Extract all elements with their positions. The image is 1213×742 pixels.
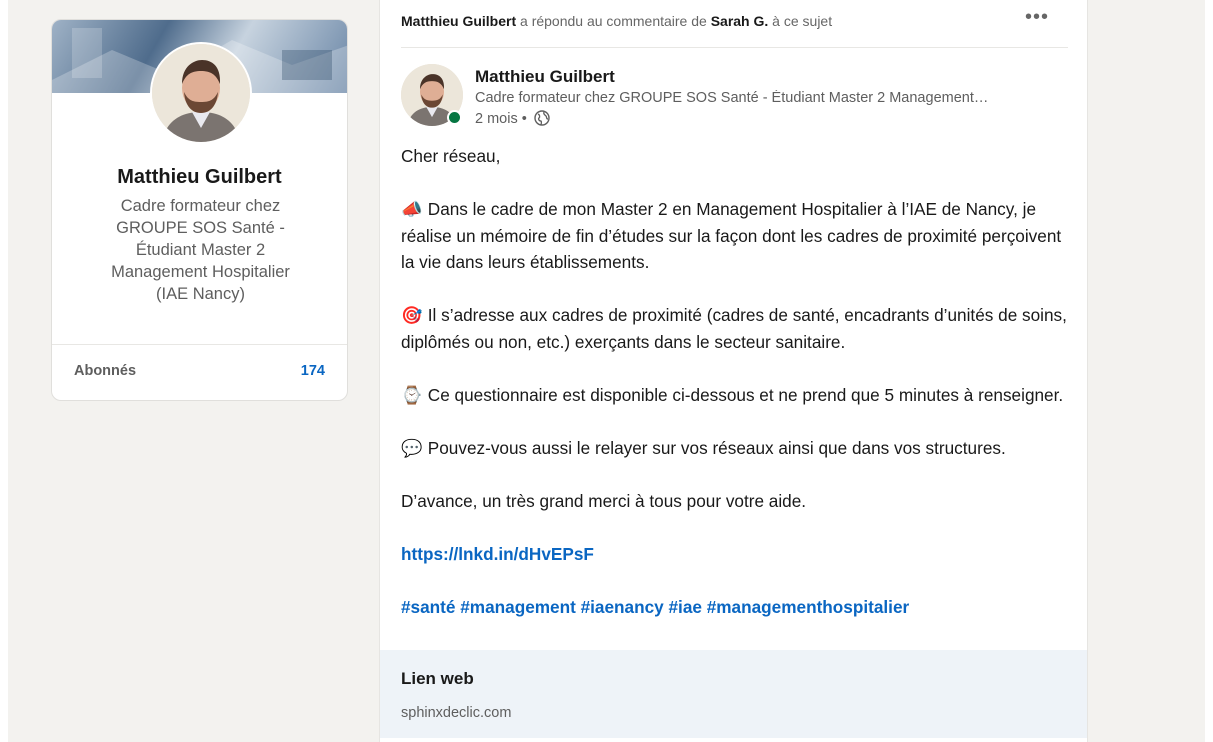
post-paragraph: 📣 Dans le cadre de mon Master 2 en Manag…: [401, 196, 1071, 276]
post-paragraph-text: Dans le cadre de mon Master 2 en Managem…: [401, 199, 1062, 272]
web-link-domain: sphinxdeclic.com: [401, 705, 512, 721]
activity-suffix: à ce sujet: [768, 13, 833, 29]
post-paragraph-text: Il s’adresse aux cadres de proximité (ca…: [401, 305, 1067, 352]
post-hashtags[interactable]: #santé #management #iaenancy #iae #manag…: [401, 597, 909, 617]
profile-headline-line: Cadre formateur chez: [120, 197, 281, 215]
post-greeting: Cher réseau,: [401, 146, 501, 166]
globe-icon: [534, 110, 550, 130]
web-link-preview[interactable]: Lien web sphinxdeclic.com: [380, 650, 1087, 738]
followers-count[interactable]: 174: [301, 363, 325, 379]
window-edge-left: [0, 0, 8, 742]
post-time: 2 mois •: [475, 111, 527, 127]
window-edge-right: [1205, 0, 1213, 742]
post-thanks: D’avance, un très grand merci à tous pou…: [401, 490, 807, 511]
profile-divider: [52, 344, 347, 345]
online-status-icon: [447, 110, 462, 125]
profile-name[interactable]: Matthieu Guilbert: [52, 166, 347, 189]
watch-icon: ⌚: [401, 384, 423, 405]
author-name[interactable]: Matthieu Guilbert: [475, 67, 615, 87]
profile-card: Matthieu Guilbert Cadre formateur chez G…: [51, 19, 348, 401]
profile-headline-line: Management Hospitalier: [111, 263, 290, 281]
web-link-title: Lien web: [401, 669, 474, 688]
profile-avatar[interactable]: [150, 42, 252, 144]
post-paragraph: 💬 Pouvez-vous aussi le relayer sur vos r…: [401, 435, 1071, 462]
post-divider: [401, 47, 1068, 48]
profile-headline-line: (IAE Nancy): [156, 285, 245, 303]
post-paragraph-text: Ce questionnaire est disponible ci-desso…: [427, 384, 1064, 405]
post-meta: 2 mois •: [475, 110, 550, 130]
post-paragraph: 🎯 Il s’adresse aux cadres de proximité (…: [401, 302, 1071, 355]
post-paragraph-text: Pouvez-vous aussi le relayer sur vos rés…: [427, 437, 1006, 458]
post-paragraph: ⌚ Ce questionnaire est disponible ci-des…: [401, 382, 1071, 409]
activity-target[interactable]: Sarah G.: [711, 13, 769, 29]
speech-bubble-icon: 💬: [401, 437, 423, 458]
more-options-icon[interactable]: •••: [1025, 6, 1049, 29]
activity-actor[interactable]: Matthieu Guilbert: [401, 13, 516, 29]
activity-action: a répondu au commentaire de: [516, 13, 711, 29]
activity-header: Matthieu Guilbert a répondu au commentai…: [401, 13, 832, 29]
post-link[interactable]: https://lnkd.in/dHvEPsF: [401, 544, 594, 564]
feed-post: Matthieu Guilbert a répondu au commentai…: [379, 0, 1088, 742]
author-headline: Cadre formateur chez GROUPE SOS Santé - …: [475, 90, 989, 106]
megaphone-icon: 📣: [401, 199, 423, 219]
target-icon: 🎯: [401, 305, 423, 325]
profile-headline-line: Étudiant Master 2: [135, 241, 266, 259]
post-body: Cher réseau, 📣 Dans le cadre de mon Mast…: [401, 143, 1071, 620]
followers-label[interactable]: Abonnés: [74, 363, 136, 379]
profile-headline: Cadre formateur chez GROUPE SOS Santé - …: [82, 195, 319, 305]
profile-headline-line: GROUPE SOS Santé -: [116, 219, 285, 237]
